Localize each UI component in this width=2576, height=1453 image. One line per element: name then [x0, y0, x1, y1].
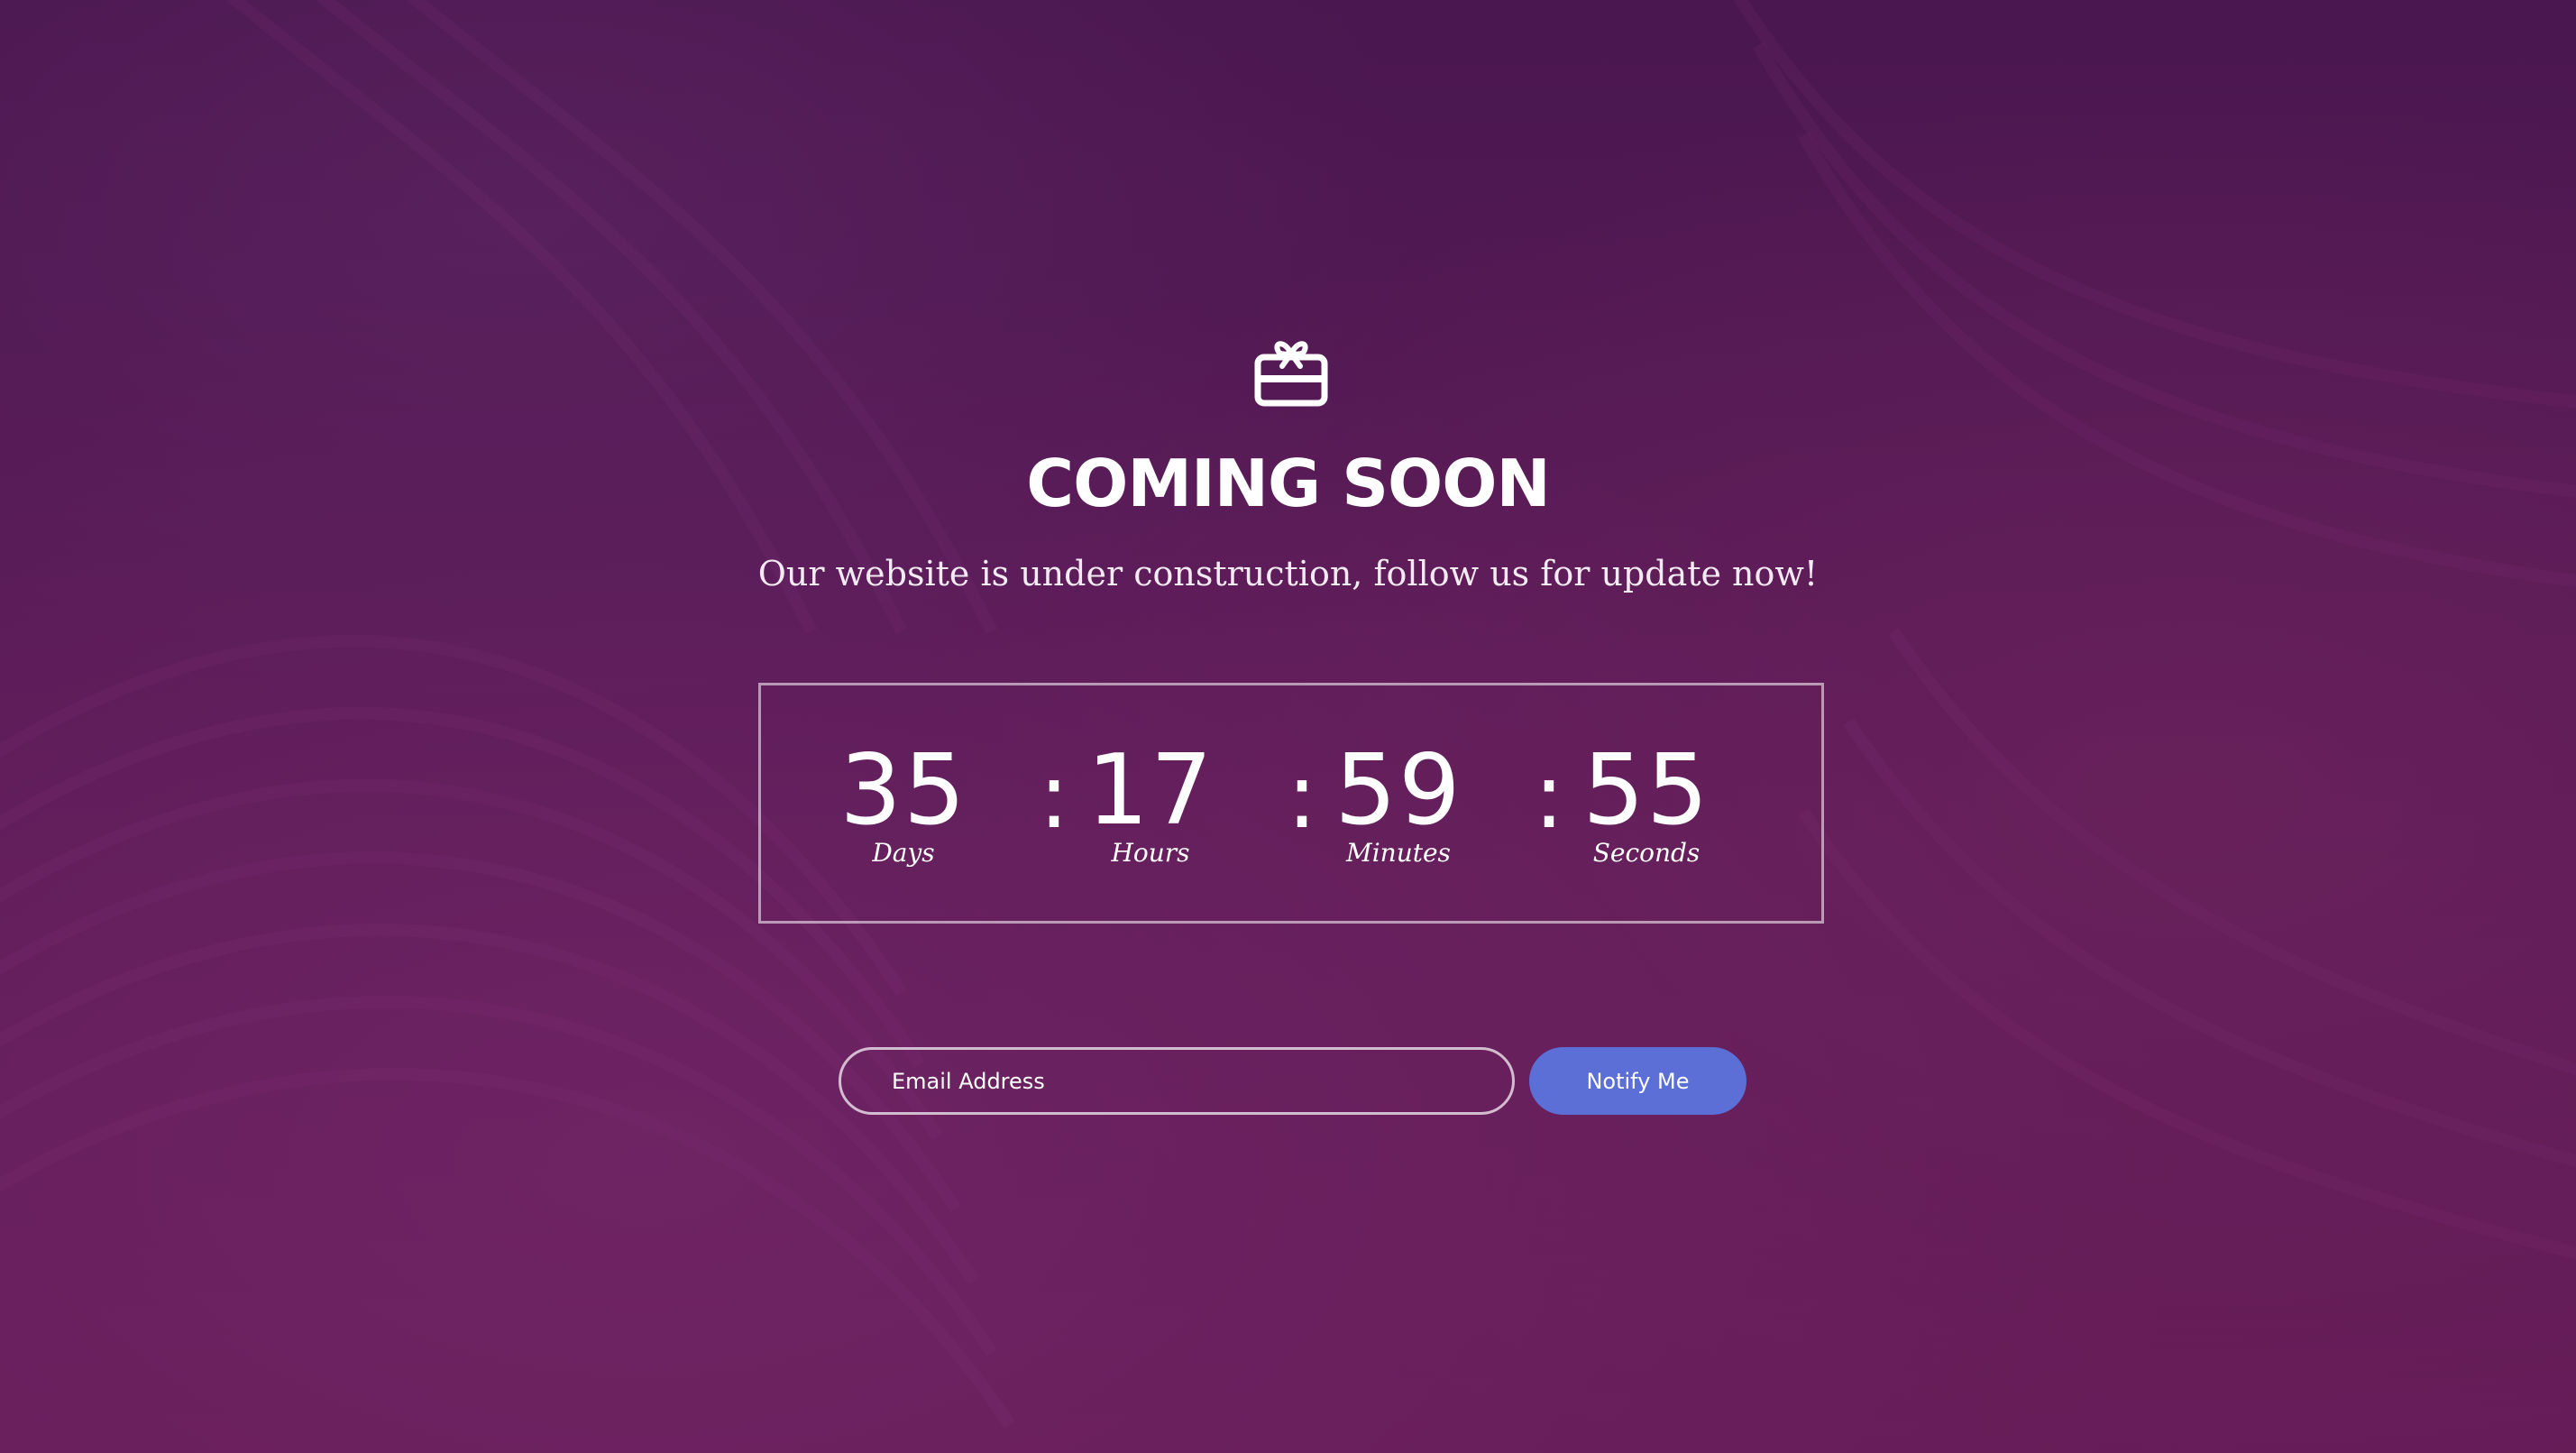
- hours-value: 17: [1086, 734, 1215, 847]
- gift-box-icon: [1254, 341, 1328, 407]
- minutes-label: Minutes: [1346, 838, 1451, 868]
- email-input[interactable]: [839, 1047, 1515, 1115]
- countdown-hours: 17 Hours: [1051, 741, 1250, 869]
- notify-me-button[interactable]: Notify Me: [1529, 1047, 1746, 1115]
- coming-soon-page: COMING SOON Our website is under constru…: [0, 0, 2576, 1453]
- seconds-value: 55: [1582, 734, 1710, 847]
- days-label: Days: [872, 838, 935, 868]
- hours-label: Hours: [1111, 838, 1190, 868]
- countdown-timer: 35 Days : 17 Hours : 59 Minutes : 55 Sec…: [758, 683, 1824, 924]
- page-title: COMING SOON: [1026, 446, 1550, 521]
- countdown-days: 35 Days: [804, 741, 1003, 869]
- days-value: 35: [839, 734, 967, 847]
- countdown-minutes: 59 Minutes: [1299, 741, 1498, 869]
- minutes-value: 59: [1334, 734, 1462, 847]
- page-subtitle: Our website is under construction, follo…: [757, 554, 1819, 593]
- seconds-label: Seconds: [1592, 838, 1701, 868]
- countdown-seconds: 55 Seconds: [1547, 741, 1746, 869]
